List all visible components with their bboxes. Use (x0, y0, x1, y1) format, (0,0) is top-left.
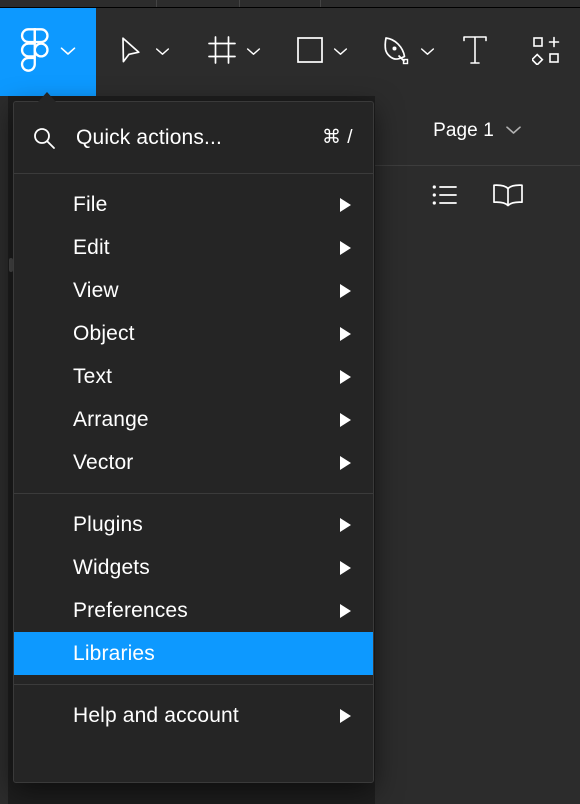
submenu-arrow-icon (340, 369, 351, 384)
layers-list-icon[interactable] (432, 183, 458, 212)
panel-icon-row (375, 165, 580, 229)
text-tool[interactable] (452, 8, 498, 96)
pen-icon (381, 35, 411, 70)
submenu-arrow-icon (340, 560, 351, 575)
main-menu-dropdown: Quick actions... ⌘ / File Edit View Obje… (13, 101, 374, 783)
menu-item-label: Libraries (73, 641, 155, 665)
menu-item-object[interactable]: Object (14, 312, 373, 355)
chevron-down-icon[interactable] (333, 43, 348, 61)
menu-caret (38, 92, 56, 102)
menu-item-libraries[interactable]: Libraries (14, 632, 373, 675)
quick-actions-input[interactable]: Quick actions... (62, 126, 322, 150)
tab-separator (239, 0, 240, 7)
rectangle-icon (296, 36, 324, 69)
tab-strip (0, 0, 580, 8)
page-selector-label: Page 1 (433, 119, 494, 141)
menu-group-2: Plugins Widgets Preferences Libraries (14, 494, 373, 684)
tab-separator (320, 0, 321, 7)
chevron-down-icon[interactable] (246, 43, 261, 61)
menu-item-label: Vector (73, 450, 134, 474)
menu-item-view[interactable]: View (14, 269, 373, 312)
menu-item-label: Help and account (73, 703, 239, 727)
chevron-down-icon (505, 122, 522, 140)
frame-icon (207, 35, 237, 70)
menu-item-help-and-account[interactable]: Help and account (14, 694, 373, 737)
cursor-arrow-icon (118, 35, 146, 70)
right-sidebar: Page 1 (375, 96, 580, 804)
menu-item-arrange[interactable]: Arrange (14, 398, 373, 441)
move-tool[interactable] (108, 8, 180, 96)
menu-item-plugins[interactable]: Plugins (14, 503, 373, 546)
page-selector[interactable]: Page 1 (375, 96, 580, 166)
actions-tool[interactable] (524, 8, 570, 96)
shape-tool[interactable] (285, 8, 359, 96)
search-icon (32, 126, 62, 150)
components-actions-icon (530, 35, 562, 70)
submenu-arrow-icon (340, 517, 351, 532)
menu-item-label: Plugins (73, 512, 143, 536)
chevron-down-icon[interactable] (155, 43, 170, 61)
menu-item-text[interactable]: Text (14, 355, 373, 398)
chevron-down-icon (60, 43, 76, 61)
pen-tool[interactable] (370, 8, 446, 96)
book-icon[interactable] (492, 183, 524, 212)
chevron-down-icon[interactable] (420, 43, 435, 61)
menu-group-3: Help and account (14, 685, 373, 746)
submenu-arrow-icon (340, 197, 351, 212)
menu-item-label: File (73, 192, 108, 216)
menu-item-file[interactable]: File (14, 183, 373, 226)
submenu-arrow-icon (340, 708, 351, 723)
main-toolbar (0, 8, 580, 97)
menu-item-label: Text (73, 364, 113, 388)
menu-item-edit[interactable]: Edit (14, 226, 373, 269)
menu-item-preferences[interactable]: Preferences (14, 589, 373, 632)
quick-actions-row[interactable]: Quick actions... ⌘ / (14, 102, 373, 173)
tab-separator (156, 0, 157, 7)
figma-main-menu-button[interactable] (0, 8, 96, 96)
menu-item-vector[interactable]: Vector (14, 441, 373, 484)
submenu-arrow-icon (340, 455, 351, 470)
menu-item-label: Preferences (73, 598, 188, 622)
submenu-arrow-icon (340, 412, 351, 427)
frame-tool[interactable] (196, 8, 272, 96)
figma-logo-icon (20, 27, 50, 77)
menu-item-label: Edit (73, 235, 110, 259)
text-t-icon (461, 34, 489, 71)
menu-item-label: Arrange (73, 407, 149, 431)
submenu-arrow-icon (340, 283, 351, 298)
menu-item-label: Widgets (73, 555, 150, 579)
submenu-arrow-icon (340, 326, 351, 341)
menu-group-1: File Edit View Object Text Arrange Vecto… (14, 174, 373, 493)
left-panel-gutter (0, 96, 8, 804)
menu-item-widgets[interactable]: Widgets (14, 546, 373, 589)
submenu-arrow-icon (340, 240, 351, 255)
menu-item-label: Object (73, 321, 135, 345)
menu-item-label: View (73, 278, 119, 302)
quick-actions-shortcut: ⌘ / (321, 127, 353, 148)
submenu-arrow-icon (340, 603, 351, 618)
